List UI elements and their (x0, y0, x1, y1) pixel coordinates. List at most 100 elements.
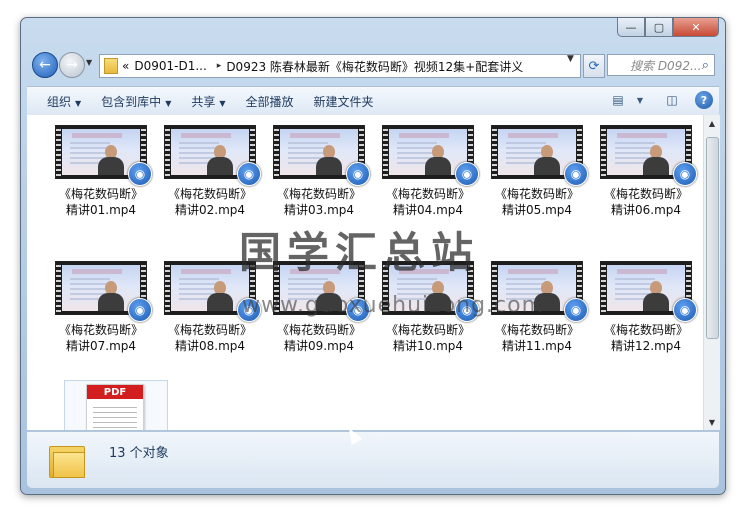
file-name-line1: 《梅花数码断》 (603, 323, 688, 337)
folder-icon (104, 58, 118, 74)
scroll-up-icon[interactable]: ▲ (704, 115, 720, 131)
media-player-icon: ◉ (564, 298, 588, 322)
file-name-line1: 《梅花数码断》 (385, 187, 470, 201)
file-name-line2: 精讲02.mp4 (174, 203, 246, 217)
recent-pages-dropdown[interactable]: ▼ (86, 58, 92, 67)
details-pane: 13 个对象 (27, 431, 719, 488)
view-mode-icon[interactable]: ▤ (609, 91, 627, 109)
video-file-item[interactable]: ◉ 《梅花数码断》 精讲03.mp4 (269, 125, 370, 218)
pdf-file-item[interactable]: PDF (64, 380, 168, 430)
file-name: 《梅花数码断》 精讲05.mp4 (487, 186, 587, 218)
file-name: 《梅花数码断》 精讲08.mp4 (160, 322, 260, 354)
organize-label: 组织 (47, 94, 72, 109)
share-menu[interactable]: 共享 ▼ (191, 93, 225, 110)
file-name-line1: 《梅花数码断》 (58, 187, 143, 201)
video-thumbnail: ◉ (273, 125, 370, 186)
address-dropdown[interactable]: ▼ (567, 54, 574, 64)
scroll-thumb[interactable] (706, 137, 719, 339)
video-file-item[interactable]: ◉ 《梅花数码断》 精讲07.mp4 (51, 261, 152, 354)
scroll-down-icon[interactable]: ▼ (704, 414, 720, 430)
help-icon[interactable]: ? (695, 91, 713, 109)
search-placeholder: 搜索 D092... (630, 58, 702, 73)
breadcrumb-overflow[interactable]: « (122, 59, 129, 73)
media-player-icon: ◉ (455, 162, 479, 186)
breadcrumb-item-parent[interactable]: D0901-D1... (134, 59, 206, 73)
file-name-line2: 精讲01.mp4 (65, 203, 137, 217)
item-count: 13 个对象 (109, 446, 169, 461)
video-file-item[interactable]: ◉ 《梅花数码断》 精讲12.mp4 (596, 261, 697, 354)
video-file-item[interactable]: ◉ 《梅花数码断》 精讲05.mp4 (487, 125, 588, 218)
file-name-line1: 《梅花数码断》 (603, 187, 688, 201)
media-player-icon: ◉ (564, 162, 588, 186)
video-thumbnail: ◉ (600, 261, 697, 322)
file-name-line2: 精讲09.mp4 (283, 339, 355, 353)
video-file-item[interactable]: ◉ 《梅花数码断》 精讲02.mp4 (160, 125, 261, 218)
back-arrow-icon: ← (39, 57, 51, 73)
search-input[interactable]: 搜索 D092... ⌕ (607, 54, 715, 76)
file-name-line2: 精讲04.mp4 (392, 203, 464, 217)
video-thumbnail: ◉ (55, 261, 152, 322)
breadcrumb-separator-icon[interactable]: ▸ (217, 61, 222, 71)
forward-button[interactable]: → (59, 52, 85, 78)
pdf-icon: PDF (87, 385, 143, 399)
file-name-line2: 精讲08.mp4 (174, 339, 246, 353)
pdf-thumbnail: PDF (86, 384, 144, 430)
file-name-line1: 《梅花数码断》 (276, 187, 361, 201)
video-file-item[interactable]: ◉ 《梅花数码断》 精讲01.mp4 (51, 125, 152, 218)
close-button[interactable]: ✕ (673, 18, 719, 37)
file-name: 《梅花数码断》 精讲09.mp4 (269, 322, 369, 354)
folder-icon (49, 442, 85, 478)
search-icon[interactable]: ⌕ (702, 58, 709, 73)
file-name-line1: 《梅花数码断》 (58, 323, 143, 337)
breadcrumb[interactable]: « D0901-D1... ▸ D0923 陈春林最新《梅花数码断》视频12集+… (99, 54, 581, 78)
video-file-item[interactable]: ◉ 《梅花数码断》 精讲04.mp4 (378, 125, 479, 218)
window-controls: — ▢ ✕ (617, 18, 719, 37)
maximize-button[interactable]: ▢ (645, 18, 673, 37)
view-dropdown-icon[interactable]: ▼ (631, 91, 649, 109)
chevron-down-icon: ▼ (219, 98, 226, 108)
file-name: 《梅花数码断》 精讲06.mp4 (596, 186, 696, 218)
file-name-line1: 《梅花数码断》 (276, 323, 361, 337)
explorer-window: — ▢ ✕ ← → ▼ « D0901-D1... ▸ D0923 陈春林最新《… (20, 17, 726, 495)
media-player-icon: ◉ (673, 298, 697, 322)
play-all-button[interactable]: 全部播放 (246, 93, 294, 110)
file-name-line1: 《梅花数码断》 (494, 323, 579, 337)
file-name-line1: 《梅花数码断》 (167, 187, 252, 201)
media-player-icon: ◉ (237, 162, 261, 186)
minimize-button[interactable]: — (617, 18, 645, 37)
file-name: 《梅花数码断》 精讲11.mp4 (487, 322, 587, 354)
vertical-scrollbar[interactable]: ▲ ▼ (703, 115, 720, 430)
video-thumbnail: ◉ (55, 125, 152, 186)
breadcrumb-item-current[interactable]: D0923 陈春林最新《梅花数码断》视频12集+配套讲义 (226, 58, 523, 75)
video-file-item[interactable]: ◉ 《梅花数码断》 精讲06.mp4 (596, 125, 697, 218)
file-name-line2: 精讲03.mp4 (283, 203, 355, 217)
preview-pane-icon[interactable]: ◫ (663, 91, 681, 109)
video-thumbnail: ◉ (382, 125, 479, 186)
file-name-line2: 精讲07.mp4 (65, 339, 137, 353)
share-label: 共享 (191, 94, 216, 109)
include-library-menu[interactable]: 包含到库中 ▼ (101, 93, 171, 110)
video-thumbnail: ◉ (491, 125, 588, 186)
watermark-url: www.guoxuehuizong.com (242, 293, 545, 318)
file-name-line1: 《梅花数码断》 (494, 187, 579, 201)
file-name: 《梅花数码断》 精讲12.mp4 (596, 322, 696, 354)
new-folder-button[interactable]: 新建文件夹 (314, 93, 374, 110)
file-name-line1: 《梅花数码断》 (167, 323, 252, 337)
forward-arrow-icon: → (66, 57, 78, 73)
chevron-down-icon: ▼ (75, 98, 82, 108)
file-name-line1: 《梅花数码断》 (385, 323, 470, 337)
file-name: 《梅花数码断》 精讲04.mp4 (378, 186, 478, 218)
file-name: 《梅花数码断》 精讲01.mp4 (51, 186, 151, 218)
command-bar: 组织 ▼ 包含到库中 ▼ 共享 ▼ 全部播放 新建文件夹 ▤ ▼ ◫ ? (27, 86, 719, 116)
back-button[interactable]: ← (32, 52, 58, 78)
file-name: 《梅花数码断》 精讲10.mp4 (378, 322, 478, 354)
address-bar: ← → ▼ « D0901-D1... ▸ D0923 陈春林最新《梅花数码断》… (27, 48, 719, 82)
video-thumbnail: ◉ (600, 125, 697, 186)
file-name-line2: 精讲05.mp4 (501, 203, 573, 217)
file-name-line2: 精讲11.mp4 (501, 339, 573, 353)
refresh-button[interactable]: ⟳ (583, 54, 605, 78)
organize-menu[interactable]: 组织 ▼ (47, 93, 81, 110)
file-name: 《梅花数码断》 精讲02.mp4 (160, 186, 260, 218)
media-player-icon: ◉ (673, 162, 697, 186)
file-name-line2: 精讲12.mp4 (610, 339, 682, 353)
